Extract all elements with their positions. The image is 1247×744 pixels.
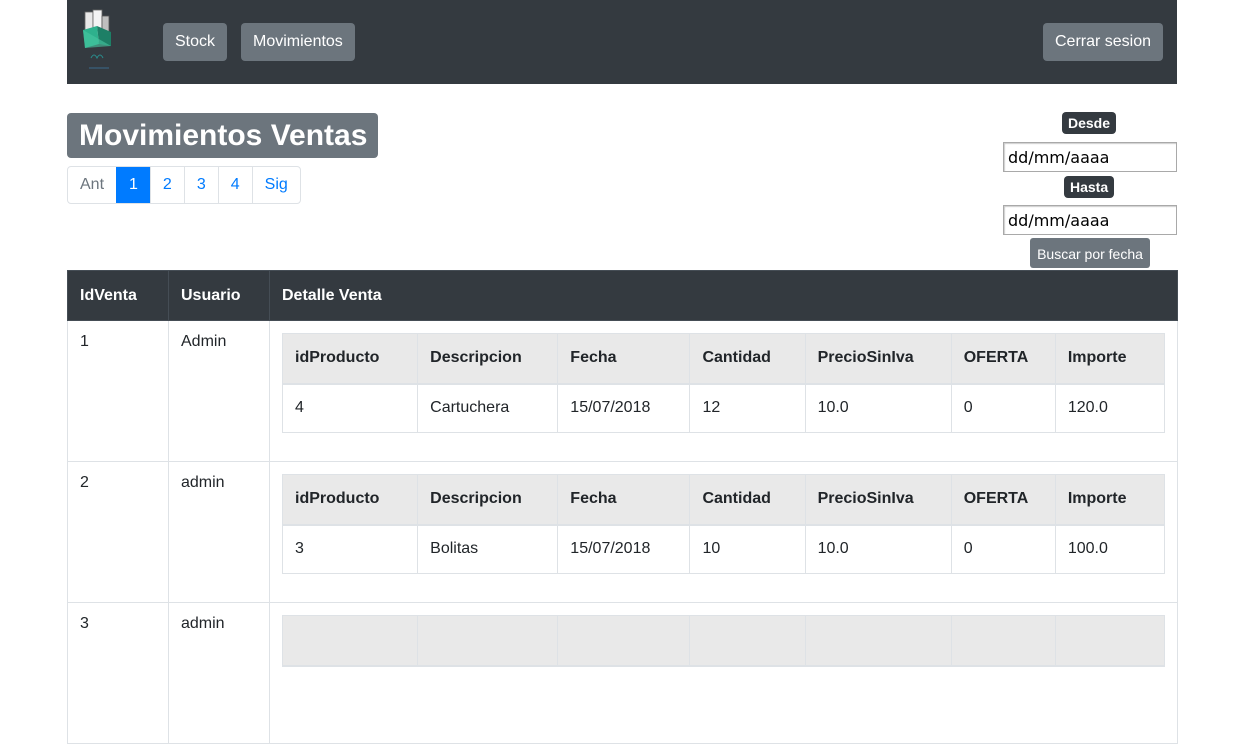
- detail-table: idProducto Descripcion Fecha Cantidad Pr…: [281, 333, 1166, 433]
- detail-header-oferta: OFERTA: [950, 333, 1056, 385]
- hasta-date-input[interactable]: [1003, 205, 1177, 235]
- detail-row: 4 Cartuchera 15/07/2018 12 10.0 0 120.0: [281, 383, 1166, 433]
- page-title: Movimientos Ventas: [67, 113, 378, 158]
- detail-header-importe: Importe: [1054, 474, 1166, 526]
- detail-header-preciosiniva: PrecioSinIva: [804, 474, 952, 526]
- detail-header-descripcion: [417, 615, 559, 667]
- detail-cantidad: 10: [689, 524, 806, 574]
- table-row: 3 admin: [67, 602, 1178, 744]
- detail-oferta: 0: [950, 524, 1056, 574]
- sale-detail: idProducto Descripcion Fecha Cantidad Pr…: [269, 320, 1178, 462]
- column-header-idventa: IdVenta: [67, 270, 169, 321]
- detail-descripcion: Bolitas: [417, 524, 559, 574]
- sales-table-header: IdVenta Usuario Detalle Venta: [67, 270, 1178, 321]
- detail-header-cantidad: Cantidad: [689, 474, 806, 526]
- sale-id: 3: [67, 602, 169, 744]
- detail-header-cantidad: [689, 615, 806, 667]
- pagination-page-4[interactable]: 4: [217, 167, 252, 203]
- detail-header-descripcion: Descripcion: [417, 333, 559, 385]
- detail-header-row: idProducto Descripcion Fecha Cantidad Pr…: [281, 474, 1166, 526]
- pagination-next[interactable]: Sig: [251, 167, 300, 203]
- detail-importe: 100.0: [1054, 524, 1166, 574]
- table-row: 2 admin idProducto Descripcion Fecha Can…: [67, 461, 1178, 603]
- books-logo-icon[interactable]: [81, 8, 117, 76]
- column-header-detalle: Detalle Venta: [269, 270, 1178, 321]
- sale-detail: [269, 602, 1178, 744]
- pagination-page-2[interactable]: 2: [149, 167, 184, 203]
- detail-header-cantidad: Cantidad: [689, 333, 806, 385]
- detail-header-fecha: Fecha: [557, 333, 691, 385]
- sale-id: 2: [67, 461, 169, 603]
- desde-date-input[interactable]: [1003, 142, 1177, 172]
- movimientos-button[interactable]: Movimientos: [241, 23, 355, 61]
- detail-table: [281, 615, 1166, 667]
- detail-fecha: 15/07/2018: [557, 383, 691, 433]
- detail-descripcion: Cartuchera: [417, 383, 559, 433]
- top-navbar: Stock Movimientos Cerrar sesion: [67, 0, 1177, 84]
- pagination-page-3[interactable]: 3: [183, 167, 218, 203]
- detail-header-row: [281, 615, 1166, 667]
- detail-preciosiniva: 10.0: [804, 383, 952, 433]
- detail-preciosiniva: 10.0: [804, 524, 952, 574]
- detail-fecha: 15/07/2018: [557, 524, 691, 574]
- detail-idproducto: 4: [281, 383, 419, 433]
- sale-user: admin: [168, 461, 270, 603]
- detail-table: idProducto Descripcion Fecha Cantidad Pr…: [281, 474, 1166, 574]
- hasta-label: Hasta: [1064, 176, 1115, 198]
- sale-detail: idProducto Descripcion Fecha Cantidad Pr…: [269, 461, 1178, 603]
- detail-header-fecha: [557, 615, 691, 667]
- sale-user: Admin: [168, 320, 270, 462]
- pagination-prev[interactable]: Ant: [68, 167, 116, 203]
- detail-header-fecha: Fecha: [557, 474, 691, 526]
- stock-button[interactable]: Stock: [163, 23, 228, 61]
- detail-header-preciosiniva: PrecioSinIva: [804, 333, 952, 385]
- sale-id: 1: [67, 320, 169, 462]
- detail-importe: 120.0: [1054, 383, 1166, 433]
- sale-user: admin: [168, 602, 270, 744]
- detail-header-preciosiniva: [804, 615, 952, 667]
- detail-oferta: 0: [950, 383, 1056, 433]
- pagination: Ant 1 2 3 4 Sig: [67, 166, 301, 204]
- table-row: 1 Admin idProducto Descripcion Fecha Can…: [67, 320, 1178, 462]
- desde-label: Desde: [1062, 112, 1117, 134]
- detail-header-idproducto: idProducto: [281, 333, 419, 385]
- detail-header-idproducto: [281, 615, 419, 667]
- column-header-usuario: Usuario: [168, 270, 270, 321]
- detail-row: 3 Bolitas 15/07/2018 10 10.0 0 100.0: [281, 524, 1166, 574]
- pagination-page-1[interactable]: 1: [116, 167, 150, 203]
- search-by-date-button[interactable]: Buscar por fecha: [1030, 238, 1150, 268]
- sales-table: IdVenta Usuario Detalle Venta 1 Admin id…: [67, 270, 1178, 744]
- detail-idproducto: 3: [281, 524, 419, 574]
- detail-header-oferta: OFERTA: [950, 474, 1056, 526]
- detail-header-oferta: [950, 615, 1056, 667]
- detail-header-descripcion: Descripcion: [417, 474, 559, 526]
- detail-header-row: idProducto Descripcion Fecha Cantidad Pr…: [281, 333, 1166, 385]
- detail-header-idproducto: idProducto: [281, 474, 419, 526]
- detail-header-importe: [1054, 615, 1166, 667]
- detail-cantidad: 12: [689, 383, 806, 433]
- detail-header-importe: Importe: [1054, 333, 1166, 385]
- logout-button[interactable]: Cerrar sesion: [1043, 23, 1164, 61]
